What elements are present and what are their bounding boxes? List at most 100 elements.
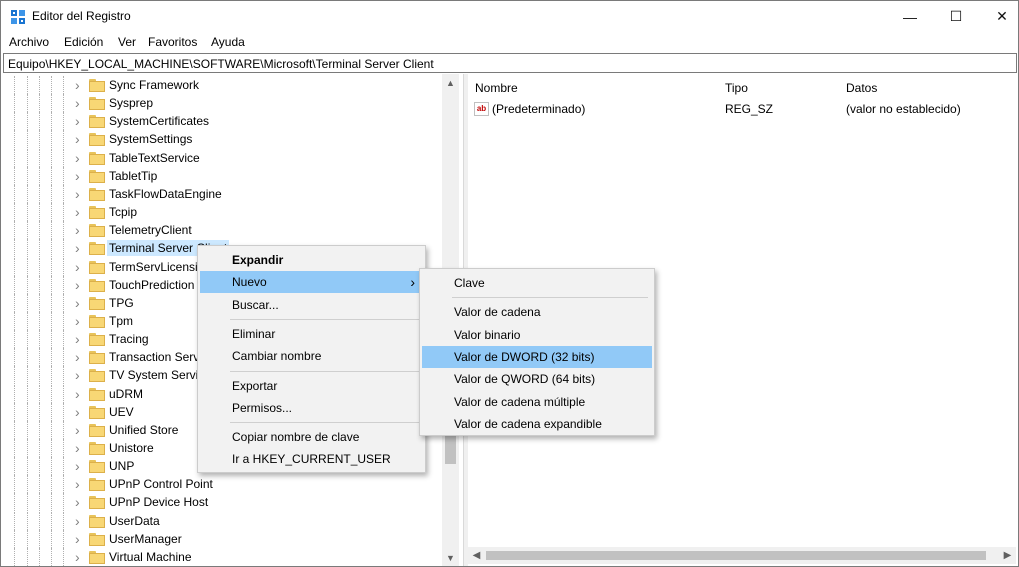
tree-item-systemcertificates[interactable]: › SystemCertificates [3,112,443,131]
tree-item-taskflowdataengine[interactable]: › TaskFlowDataEngine [3,184,443,203]
tree-guide-line [51,112,52,131]
address-bar[interactable]: Equipo\HKEY_LOCAL_MACHINE\SOFTWARE\Micro… [3,53,1017,73]
expand-chevron-icon[interactable]: › [75,205,85,219]
tree-item-tabletextservice[interactable]: › TableTextService [3,148,443,167]
context-menu-expandir[interactable]: Expandir [200,249,423,271]
tree-guide-line [63,366,64,385]
tree-item-userdata[interactable]: › UserData [3,511,443,530]
expand-chevron-icon[interactable]: › [75,405,85,419]
expand-chevron-icon[interactable]: › [75,241,85,255]
tree-guide-line [39,239,40,258]
column-header-type[interactable]: Tipo [725,81,748,95]
expand-chevron-icon[interactable]: › [75,78,85,92]
context-menu-nuevo[interactable]: Nuevo › [200,271,423,294]
context-menu-copiar-nombre-de-clave[interactable]: Copiar nombre de clave [200,426,423,448]
column-header-name[interactable]: Nombre [475,81,518,95]
tree-guide-line [51,384,52,403]
context-menu-ir-a-hkey-current-user[interactable]: Ir a HKEY_CURRENT_USER [200,448,423,470]
context-menu-cambiar-nombre[interactable]: Cambiar nombre [200,345,423,367]
expand-chevron-icon[interactable]: › [75,296,85,310]
values-horizontal-scrollbar[interactable]: ◀ ▶ [468,547,1016,564]
context-menu-permisos[interactable]: Permisos... [200,397,423,419]
tree-item-label: Unistore [109,441,154,455]
tree-guide-line [39,529,40,548]
tree-guide-line [14,148,15,167]
expand-chevron-icon[interactable]: › [75,96,85,110]
registry-editor-window: Editor del Registro — ☐ ✕ Archivo Edició… [0,0,1019,567]
submenu-valor-de-qword-64-bits[interactable]: Valor de QWORD (64 bits) [422,368,652,390]
context-menu-exportar[interactable]: Exportar [200,375,423,397]
tree-item-label: UEV [109,404,134,419]
tree-guide-line [51,457,52,476]
expand-chevron-icon[interactable]: › [75,350,85,364]
minimize-button[interactable]: — [887,1,933,32]
submenu-valor-de-cadena-expandible[interactable]: Valor de cadena expandible [422,413,652,435]
value-row[interactable]: ab (Predeterminado) REG_SZ (valor no est… [468,101,1018,119]
submenu-valor-binario[interactable]: Valor binario [422,324,652,346]
tree-item-tablettip[interactable]: › TabletTip [3,166,443,185]
submenu-valor-de-cadena[interactable]: Valor de cadena [422,301,652,323]
menu-favoritos[interactable]: Favoritos [148,35,197,49]
expand-chevron-icon[interactable]: › [75,423,85,437]
value-type: REG_SZ [725,102,774,116]
tree-item-sysprep[interactable]: › Sysprep [3,94,443,113]
value-name: (Predeterminado) [492,102,586,116]
folder-icon [89,97,105,111]
expand-chevron-icon[interactable]: › [75,387,85,401]
expand-chevron-icon[interactable]: › [75,441,85,455]
tree-item-upnp-control-point[interactable]: › UPnP Control Point [3,475,443,494]
column-header-data[interactable]: Datos [846,81,877,95]
tree-item-systemsettings[interactable]: › SystemSettings [3,130,443,149]
menu-ayuda[interactable]: Ayuda [211,35,245,49]
tree-item-label: Sync Framework [109,78,200,92]
expand-chevron-icon[interactable]: › [75,151,85,165]
expand-chevron-icon[interactable]: › [75,332,85,346]
tree-item-sync-framework[interactable]: › Sync Framework [3,76,443,94]
expand-chevron-icon[interactable]: › [75,187,85,201]
tree-guide-line [51,529,52,548]
tree-item-label: Tpm [109,313,133,328]
expand-chevron-icon[interactable]: › [75,514,85,528]
expand-chevron-icon[interactable]: › [75,495,85,509]
maximize-button[interactable]: ☐ [933,1,979,32]
expand-chevron-icon[interactable]: › [75,532,85,546]
expand-chevron-icon[interactable]: › [75,459,85,473]
expand-chevron-icon[interactable]: › [75,278,85,292]
tree-guide-line [27,293,28,312]
tree-item-tcpip[interactable]: › Tcpip [3,203,443,222]
expand-chevron-icon[interactable]: › [75,314,85,328]
tree-item-telemetryclient[interactable]: › TelemetryClient [3,221,443,240]
scroll-thumb[interactable] [486,551,986,560]
tree-guide-line [14,366,15,385]
scroll-left-icon[interactable]: ◀ [468,547,485,564]
tree-guide-line [51,184,52,203]
tree-item-virtual-machine[interactable]: › Virtual Machine [3,547,443,566]
submenu-valor-de-dword-32-bits[interactable]: Valor de DWORD (32 bits) [422,345,652,368]
tree-guide-line [63,547,64,566]
expand-chevron-icon[interactable]: › [75,132,85,146]
expand-chevron-icon[interactable]: › [75,550,85,564]
context-menu-eliminar[interactable]: Eliminar [200,323,423,345]
menu-edicion[interactable]: Edición [64,35,103,49]
scroll-up-icon[interactable]: ▲ [442,74,459,91]
tree-item-usermanager[interactable]: › UserManager [3,529,443,548]
submenu-clave[interactable]: Clave [422,272,652,294]
tree-item-upnp-device-host[interactable]: › UPnP Device Host [3,493,443,512]
expand-chevron-icon[interactable]: › [75,260,85,274]
scroll-down-icon[interactable]: ▼ [442,549,459,566]
tree-guide-line [39,184,40,203]
tree-guide-line [14,293,15,312]
scroll-right-icon[interactable]: ▶ [999,547,1016,564]
expand-chevron-icon[interactable]: › [75,114,85,128]
tree-item-label: SystemCertificates [109,114,210,129]
menu-ver[interactable]: Ver [118,35,136,49]
close-button[interactable]: ✕ [979,1,1019,32]
tree-guide-line [27,366,28,385]
expand-chevron-icon[interactable]: › [75,477,85,491]
expand-chevron-icon[interactable]: › [75,169,85,183]
context-menu-buscar[interactable]: Buscar... [200,294,423,316]
submenu-valor-de-cadena-multiple[interactable]: Valor de cadena múltiple [422,391,652,413]
expand-chevron-icon[interactable]: › [75,368,85,382]
menu-archivo[interactable]: Archivo [9,35,49,49]
expand-chevron-icon[interactable]: › [75,223,85,237]
